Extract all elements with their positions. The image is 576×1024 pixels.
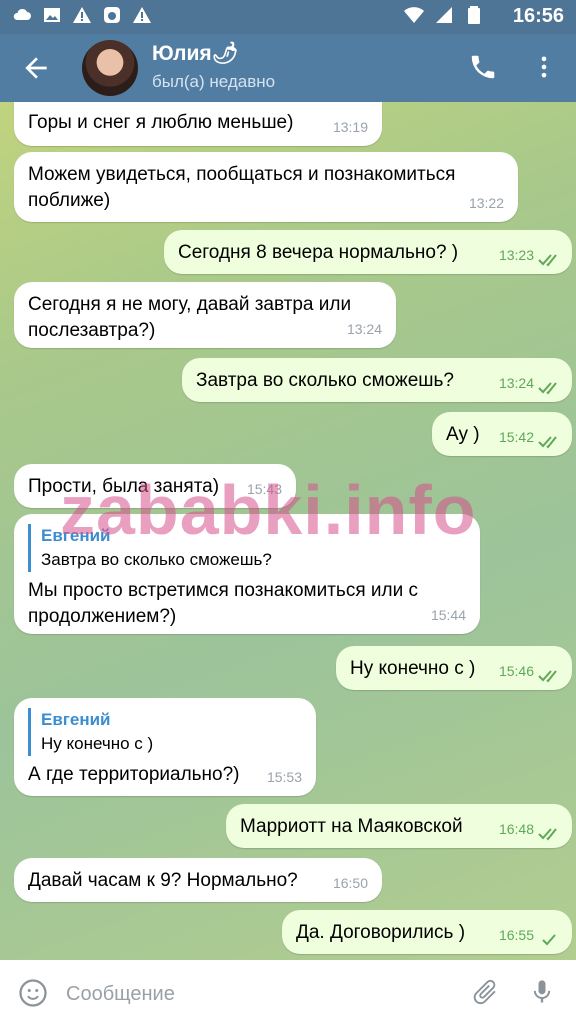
message-time: 15:43 [246, 481, 282, 497]
status-bar: 16:56 [0, 0, 576, 34]
message-time: 16:48 [498, 821, 534, 837]
message-time: 15:53 [266, 769, 302, 785]
message-time: 13:23 [498, 247, 534, 263]
message-time: 15:46 [498, 663, 534, 679]
message-time: 15:42 [498, 429, 534, 445]
double-check-icon [538, 670, 557, 683]
message-bubble-incoming[interactable]: Можем увидеться, пообщаться и познакомит… [14, 152, 518, 222]
message-text: Горы и снег я люблю меньше) [28, 112, 294, 133]
contact-name[interactable]: Юлия🌶 [152, 42, 238, 66]
message-composer [0, 960, 576, 1024]
notification-icons [12, 5, 152, 25]
message-text: Прости, была занята) [28, 476, 220, 497]
double-check-icon [538, 254, 557, 267]
message-list[interactable]: Горы и снег я люблю меньше) 13:19 Можем … [0, 102, 576, 960]
warning-icon [72, 5, 92, 25]
message-text: А где территориально?) [28, 764, 240, 785]
message-text: Давай часам к 9? Нормально? [28, 870, 298, 891]
warning-icon [132, 5, 152, 25]
wifi-icon [404, 5, 424, 25]
message-text: Ау ) [446, 424, 480, 445]
message-bubble-outgoing[interactable]: Ну конечно с ) 15:46 [336, 646, 572, 690]
message-bubble-outgoing[interactable]: Завтра во сколько сможешь? 13:24 [182, 358, 572, 402]
message-text: Да. Договорились ) [296, 922, 466, 943]
system-icons [404, 5, 484, 25]
reply-text: Ну конечно с ) [41, 734, 154, 753]
message-time: 15:44 [430, 607, 466, 623]
message-text: Ну конечно с ) [350, 658, 476, 679]
contact-status: был(а) недавно [152, 72, 276, 91]
reply-author: Евгений [41, 710, 111, 729]
message-bubble-incoming[interactable]: Прости, была занята) 15:43 [14, 464, 296, 508]
microphone-icon[interactable] [528, 976, 556, 1008]
double-check-icon [538, 436, 557, 449]
message-bubble-outgoing[interactable]: Марриотт на Маяковской 16:48 [226, 804, 572, 848]
message-text: Сегодня 8 вечера нормально? ) [178, 242, 459, 263]
chili-emoji: 🌶 [211, 42, 239, 65]
arrow-left-icon[interactable] [20, 52, 52, 84]
image-icon [42, 5, 62, 25]
message-text: Мы просто встретимся познакомиться или с… [28, 580, 418, 627]
message-bubble-outgoing[interactable]: Да. Договорились ) 16:55 [282, 910, 572, 954]
message-input[interactable] [64, 978, 448, 1010]
message-time: 13:19 [332, 119, 368, 135]
message-time: 13:24 [346, 321, 382, 337]
signal-icon [434, 5, 454, 25]
paperclip-icon[interactable] [470, 976, 500, 1008]
message-bubble-incoming[interactable]: Сегодня я не могу, давай завтра или посл… [14, 282, 396, 348]
message-bubble-outgoing[interactable]: Сегодня 8 вечера нормально? ) 13:23 [164, 230, 572, 274]
reply-text: Завтра во сколько сможешь? [41, 550, 272, 569]
avatar[interactable] [82, 40, 138, 96]
message-time: 13:22 [468, 195, 504, 211]
message-text: Завтра во сколько сможешь? [196, 370, 454, 391]
reply-author: Евгений [41, 526, 111, 545]
reply-quote[interactable]: Евгений Завтра во сколько сможешь? [28, 524, 466, 572]
message-bubble-incoming[interactable]: Евгений Ну конечно с ) А где территориал… [14, 698, 316, 796]
message-bubble-incoming[interactable]: Евгений Завтра во сколько сможешь? Мы пр… [14, 514, 480, 634]
clock: 16:56 [512, 5, 564, 27]
message-time: 16:50 [332, 875, 368, 891]
message-time: 16:55 [498, 927, 534, 943]
reply-quote[interactable]: Евгений Ну конечно с ) [28, 708, 302, 756]
smile-icon[interactable] [18, 978, 48, 1008]
battery-icon [464, 5, 484, 25]
double-check-icon [538, 828, 557, 841]
message-bubble-incoming[interactable]: Давай часам к 9? Нормально? 16:50 [14, 858, 382, 902]
message-text: Сегодня я не могу, давай завтра или посл… [28, 294, 352, 341]
message-text: Можем увидеться, пообщаться и познакомит… [28, 164, 456, 211]
app-icon [102, 5, 122, 25]
cloud-icon [12, 5, 32, 25]
message-text: Марриотт на Маяковской [240, 816, 463, 837]
double-check-icon [538, 382, 557, 395]
chat-header: Юлия🌶 был(а) недавно [0, 34, 576, 102]
message-time: 13:24 [498, 375, 534, 391]
check-icon [542, 934, 556, 946]
message-bubble-outgoing[interactable]: Ау ) 15:42 [432, 412, 572, 456]
phone-icon[interactable] [468, 52, 500, 84]
more-vertical-icon[interactable] [530, 52, 558, 84]
message-bubble-incoming[interactable]: Горы и снег я люблю меньше) 13:19 [14, 102, 382, 146]
